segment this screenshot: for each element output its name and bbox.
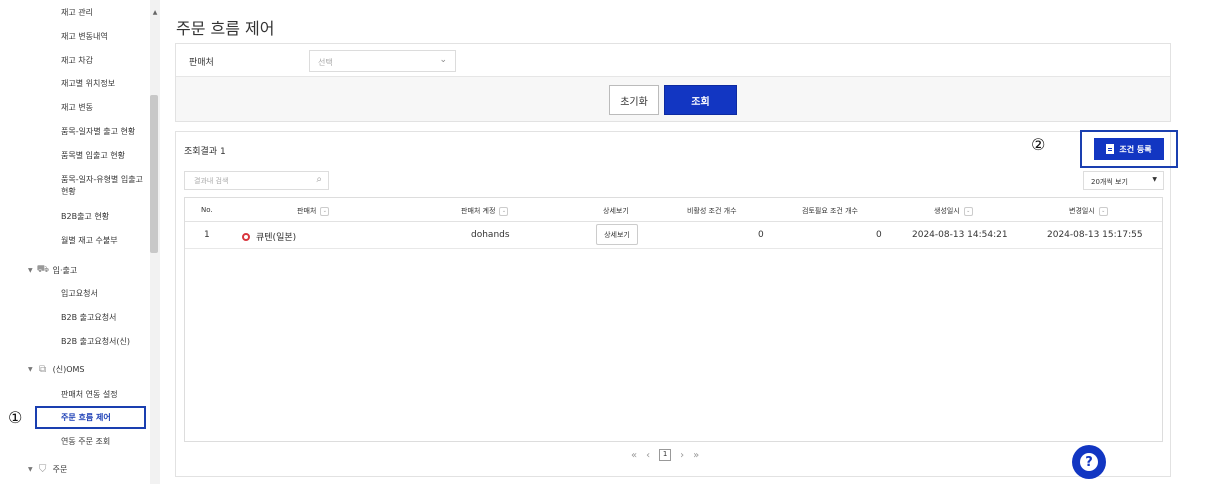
column-no: No. — [201, 206, 213, 214]
scroll-up-icon[interactable]: ▲ — [150, 9, 160, 16]
column-no-label: No. — [201, 206, 213, 214]
highlight-box-menu — [35, 406, 146, 429]
cell-no: 1 — [204, 230, 210, 240]
sidebar-item-b2b-outbound-request[interactable]: B2B 출고요청서 — [61, 312, 116, 324]
seller-select[interactable]: 선택 ⌄ — [309, 50, 456, 72]
sidebar-item-inbound-request[interactable]: 입고요청서 — [61, 288, 98, 300]
sidebar-item-stock-location[interactable]: 재고별 위치정보 — [61, 78, 115, 90]
cell-modified: 2024-08-13 15:17:55 — [1047, 230, 1143, 240]
search-button[interactable]: 조회 — [664, 85, 737, 115]
reset-button[interactable]: 초기화 — [609, 85, 659, 115]
filter-icon[interactable]: ⌄ — [1098, 206, 1108, 216]
cell-inactive-count: 0 — [758, 230, 764, 240]
cell-review-count: 0 — [876, 230, 882, 240]
result-panel: 조회결과 1 조건 등록 ② 결과내 검색 ⌕ 20개씩 보기 ▼ No. 판매… — [175, 130, 1178, 479]
app-root: 재고 관리 재고 변동내역 재고 차감 재고별 위치정보 재고 변동 품목-일자… — [0, 0, 1214, 484]
column-created-label: 생성일시 — [934, 207, 960, 215]
first-page-icon[interactable]: « — [631, 450, 637, 461]
sidebar-group-inout[interactable]: ▼ ⛟ 입·출고 — [28, 264, 77, 277]
sidebar-group-order[interactable]: ▼ ⛉ 주문 — [28, 464, 67, 475]
table-header: No. 판매처 ⌄ 판매처 계정 ⌄ 상세보기 비활성 조건 개수 검토필요 조건 … — [185, 198, 1162, 222]
page-size-select[interactable]: 20개씩 보기 ▼ — [1083, 171, 1164, 190]
filter-row: 판매처 선택 ⌄ — [176, 44, 1170, 77]
detail-button[interactable]: 상세보기 — [596, 224, 638, 245]
column-seller-account[interactable]: 판매처 계정 ⌄ — [461, 206, 509, 216]
filter-panel: 판매처 선택 ⌄ 초기화 조회 — [175, 43, 1171, 122]
sidebar-group-label: (신)OMS — [52, 365, 85, 374]
result-search-placeholder: 결과내 검색 — [194, 177, 229, 185]
filter-icon[interactable]: ⌄ — [963, 206, 973, 216]
sidebar-item-stock-change[interactable]: 재고 변동 — [61, 102, 93, 114]
seller-filter-label: 판매처 — [189, 58, 214, 68]
page-size-value: 20개씩 보기 — [1091, 178, 1128, 186]
caret-down-icon: ▼ — [28, 466, 33, 473]
pagination: « ‹ 1 › » — [631, 449, 699, 461]
filter-icon[interactable]: ⌄ — [499, 206, 509, 216]
sidebar-group-label: 주문 — [52, 465, 68, 474]
column-detail: 상세보기 — [603, 206, 629, 216]
sidebar-item-item-date-outbound[interactable]: 품목-일자별 출고 현황 — [61, 126, 135, 138]
qoo10-logo-icon — [242, 233, 250, 241]
truck-icon: ⛟ — [36, 264, 50, 275]
sidebar-item-b2b-outbound-request-new[interactable]: B2B 출고요청서(신) — [61, 336, 130, 348]
chevron-down-icon: ⌄ — [439, 55, 447, 65]
sidebar-item-item-inout[interactable]: 품목별 입출고 현황 — [61, 150, 125, 162]
column-seller-label: 판매처 — [297, 207, 317, 215]
filter-icon[interactable]: ⌄ — [320, 206, 330, 216]
sidebar-item-b2b-outbound[interactable]: B2B출고 현황 — [61, 211, 109, 223]
table-row[interactable]: 1 큐텐(일본) dohands 상세보기 0 0 2024-08-13 14:… — [185, 222, 1162, 249]
last-page-icon[interactable]: » — [693, 450, 699, 461]
column-review-count: 검토필요 조건 개수 — [802, 206, 858, 216]
cell-seller-name: 큐텐(일본) — [256, 233, 297, 243]
sidebar-item-item-date-type-inout[interactable]: 품목-일자-유형별 입출고 현황 — [61, 174, 151, 198]
result-count: 조회결과 1 — [184, 147, 226, 157]
sidebar-item-linked-order-lookup[interactable]: 연동 주문 조회 — [61, 436, 110, 448]
sidebar-scrollbar-thumb[interactable] — [150, 95, 158, 253]
sidebar-item-stock-deduction[interactable]: 재고 차감 — [61, 55, 93, 67]
result-table: No. 판매처 ⌄ 판매처 계정 ⌄ 상세보기 비활성 조건 개수 검토필요 조건 … — [184, 197, 1163, 442]
caret-down-icon: ▼ — [1152, 176, 1157, 183]
sidebar: 재고 관리 재고 변동내역 재고 차감 재고별 위치정보 재고 변동 품목-일자… — [0, 0, 162, 484]
prev-page-icon[interactable]: ‹ — [646, 450, 650, 461]
cell-created: 2024-08-13 14:54:21 — [912, 230, 1008, 240]
caret-down-icon: ▼ — [28, 267, 33, 274]
page-title: 주문 흐름 제어 — [176, 19, 275, 38]
filter-actions: 초기화 조회 — [176, 77, 1170, 121]
column-review-count-label: 검토필요 조건 개수 — [802, 207, 858, 215]
column-seller-account-label: 판매처 계정 — [461, 207, 496, 215]
help-button[interactable]: ? — [1072, 445, 1106, 479]
cell-seller: 큐텐(일본) — [242, 230, 296, 243]
question-icon: ? — [1080, 453, 1098, 471]
sidebar-group-oms[interactable]: ▼ ⧉ (신)OMS — [28, 364, 85, 375]
next-page-icon[interactable]: › — [680, 450, 684, 461]
step-marker-2: ② — [1031, 135, 1046, 154]
column-modified[interactable]: 변경일시 ⌄ — [1069, 206, 1108, 216]
column-created[interactable]: 생성일시 ⌄ — [934, 206, 973, 216]
copy-icon: ⧉ — [39, 364, 47, 375]
result-search-input[interactable]: 결과내 검색 ⌕ — [184, 171, 329, 190]
column-seller[interactable]: 판매처 ⌄ — [297, 206, 330, 216]
caret-down-icon: ▼ — [28, 366, 33, 373]
sidebar-item-seller-integration[interactable]: 판매처 연동 설정 — [61, 389, 118, 401]
cart-icon: ⛉ — [38, 464, 47, 475]
column-modified-label: 변경일시 — [1069, 207, 1095, 215]
sidebar-item-stock-history[interactable]: 재고 변동내역 — [61, 31, 108, 43]
column-inactive-count-label: 비활성 조건 개수 — [687, 207, 737, 215]
highlight-box-register — [1080, 130, 1178, 168]
current-page[interactable]: 1 — [659, 449, 672, 461]
cell-seller-account: dohands — [471, 230, 510, 240]
column-inactive-count: 비활성 조건 개수 — [687, 206, 737, 216]
sidebar-item-monthly-ledger[interactable]: 월별 재고 수불부 — [61, 235, 118, 247]
sidebar-group-label: 입·출고 — [52, 266, 78, 275]
column-detail-label: 상세보기 — [603, 207, 629, 215]
sidebar-item-stock-management[interactable]: 재고 관리 — [61, 7, 93, 19]
seller-select-value: 선택 — [318, 58, 333, 67]
step-marker-1: ① — [8, 408, 23, 427]
search-icon[interactable]: ⌕ — [316, 174, 322, 185]
